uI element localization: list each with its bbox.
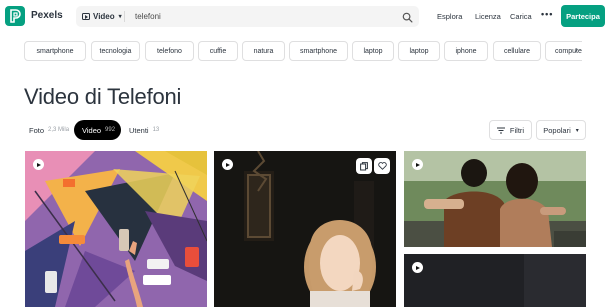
chip-telefono[interactable]: telefono: [145, 41, 194, 61]
search-button[interactable]: [402, 10, 414, 23]
tab-count: 2,3 Mila: [48, 127, 70, 133]
chevron-down-icon: ▾: [118, 14, 122, 20]
tab-label: Foto: [29, 125, 45, 135]
chevron-right-icon[interactable]: ›: [575, 45, 578, 54]
chip-cuffie[interactable]: cuffie: [198, 41, 238, 61]
video-thumbnail: [25, 151, 207, 307]
tab-photos[interactable]: Foto 2,3 Mila: [29, 120, 69, 140]
video-thumbnail: [214, 151, 396, 307]
video-thumbnail: [404, 254, 586, 307]
chip-cellulare[interactable]: cellulare: [493, 41, 541, 61]
chevron-down-icon: ▾: [575, 127, 579, 134]
sort-dropdown[interactable]: Popolari ▾: [536, 120, 586, 140]
search-bar: Video ▾ telefoni: [76, 6, 419, 27]
tab-users[interactable]: Utenti 13: [129, 120, 159, 140]
chip-natura[interactable]: natura: [242, 41, 285, 61]
nav-explore[interactable]: Esplora: [437, 12, 462, 21]
video-thumbnail: [404, 151, 586, 247]
filter-icon: [496, 127, 505, 133]
filters-label: Filtri: [509, 125, 525, 135]
chip-smartphone[interactable]: smartphone: [24, 41, 86, 61]
filters-button[interactable]: Filtri: [489, 120, 532, 140]
search-input[interactable]: telefoni: [135, 12, 161, 21]
chip-laptop-2[interactable]: laptop: [398, 41, 440, 61]
join-button[interactable]: Partecipa: [561, 5, 605, 27]
pexels-logo-icon: [10, 9, 21, 23]
play-icon: [412, 159, 423, 170]
play-icon: [412, 262, 423, 273]
tab-label: Video: [82, 125, 102, 135]
related-searches: smartphone tecnologia telefono cuffie na…: [24, 41, 582, 61]
top-bar: Pexels Video ▾ telefoni Esplora Licenza …: [0, 0, 610, 33]
tab-count: 992: [105, 127, 116, 133]
page-title: Video di Telefoni: [24, 84, 182, 109]
video-card[interactable]: [404, 254, 586, 307]
video-card[interactable]: [404, 151, 586, 247]
collection-icon: [360, 161, 368, 170]
play-icon: [33, 159, 44, 170]
pexels-logo[interactable]: [5, 6, 25, 26]
sort-label: Popolari: [543, 125, 571, 135]
search-type-dropdown[interactable]: Video ▾: [82, 10, 122, 23]
heart-icon: [377, 162, 387, 170]
nav-license[interactable]: Licenza: [475, 12, 501, 21]
tab-videos[interactable]: Video 992: [74, 120, 121, 140]
brand-name[interactable]: Pexels: [31, 10, 63, 21]
search-divider: [124, 11, 125, 22]
like-button[interactable]: [374, 158, 390, 174]
chip-tecnologia[interactable]: tecnologia: [91, 41, 140, 61]
video-icon: [82, 13, 90, 20]
chip-iphone[interactable]: iphone: [444, 41, 488, 61]
tab-count: 13: [152, 127, 160, 133]
collect-button[interactable]: [356, 158, 372, 174]
search-icon: [402, 12, 413, 23]
more-menu-button[interactable]: •••: [541, 9, 553, 19]
tab-label: Utenti: [129, 125, 149, 135]
chip-laptop[interactable]: laptop: [352, 41, 394, 61]
chip-smartphone-2[interactable]: smartphone: [289, 41, 348, 61]
video-card[interactable]: [214, 151, 396, 307]
video-card[interactable]: [25, 151, 207, 307]
play-icon: [222, 159, 233, 170]
nav-upload[interactable]: Carica: [510, 12, 532, 21]
search-type-label: Video: [93, 12, 115, 21]
